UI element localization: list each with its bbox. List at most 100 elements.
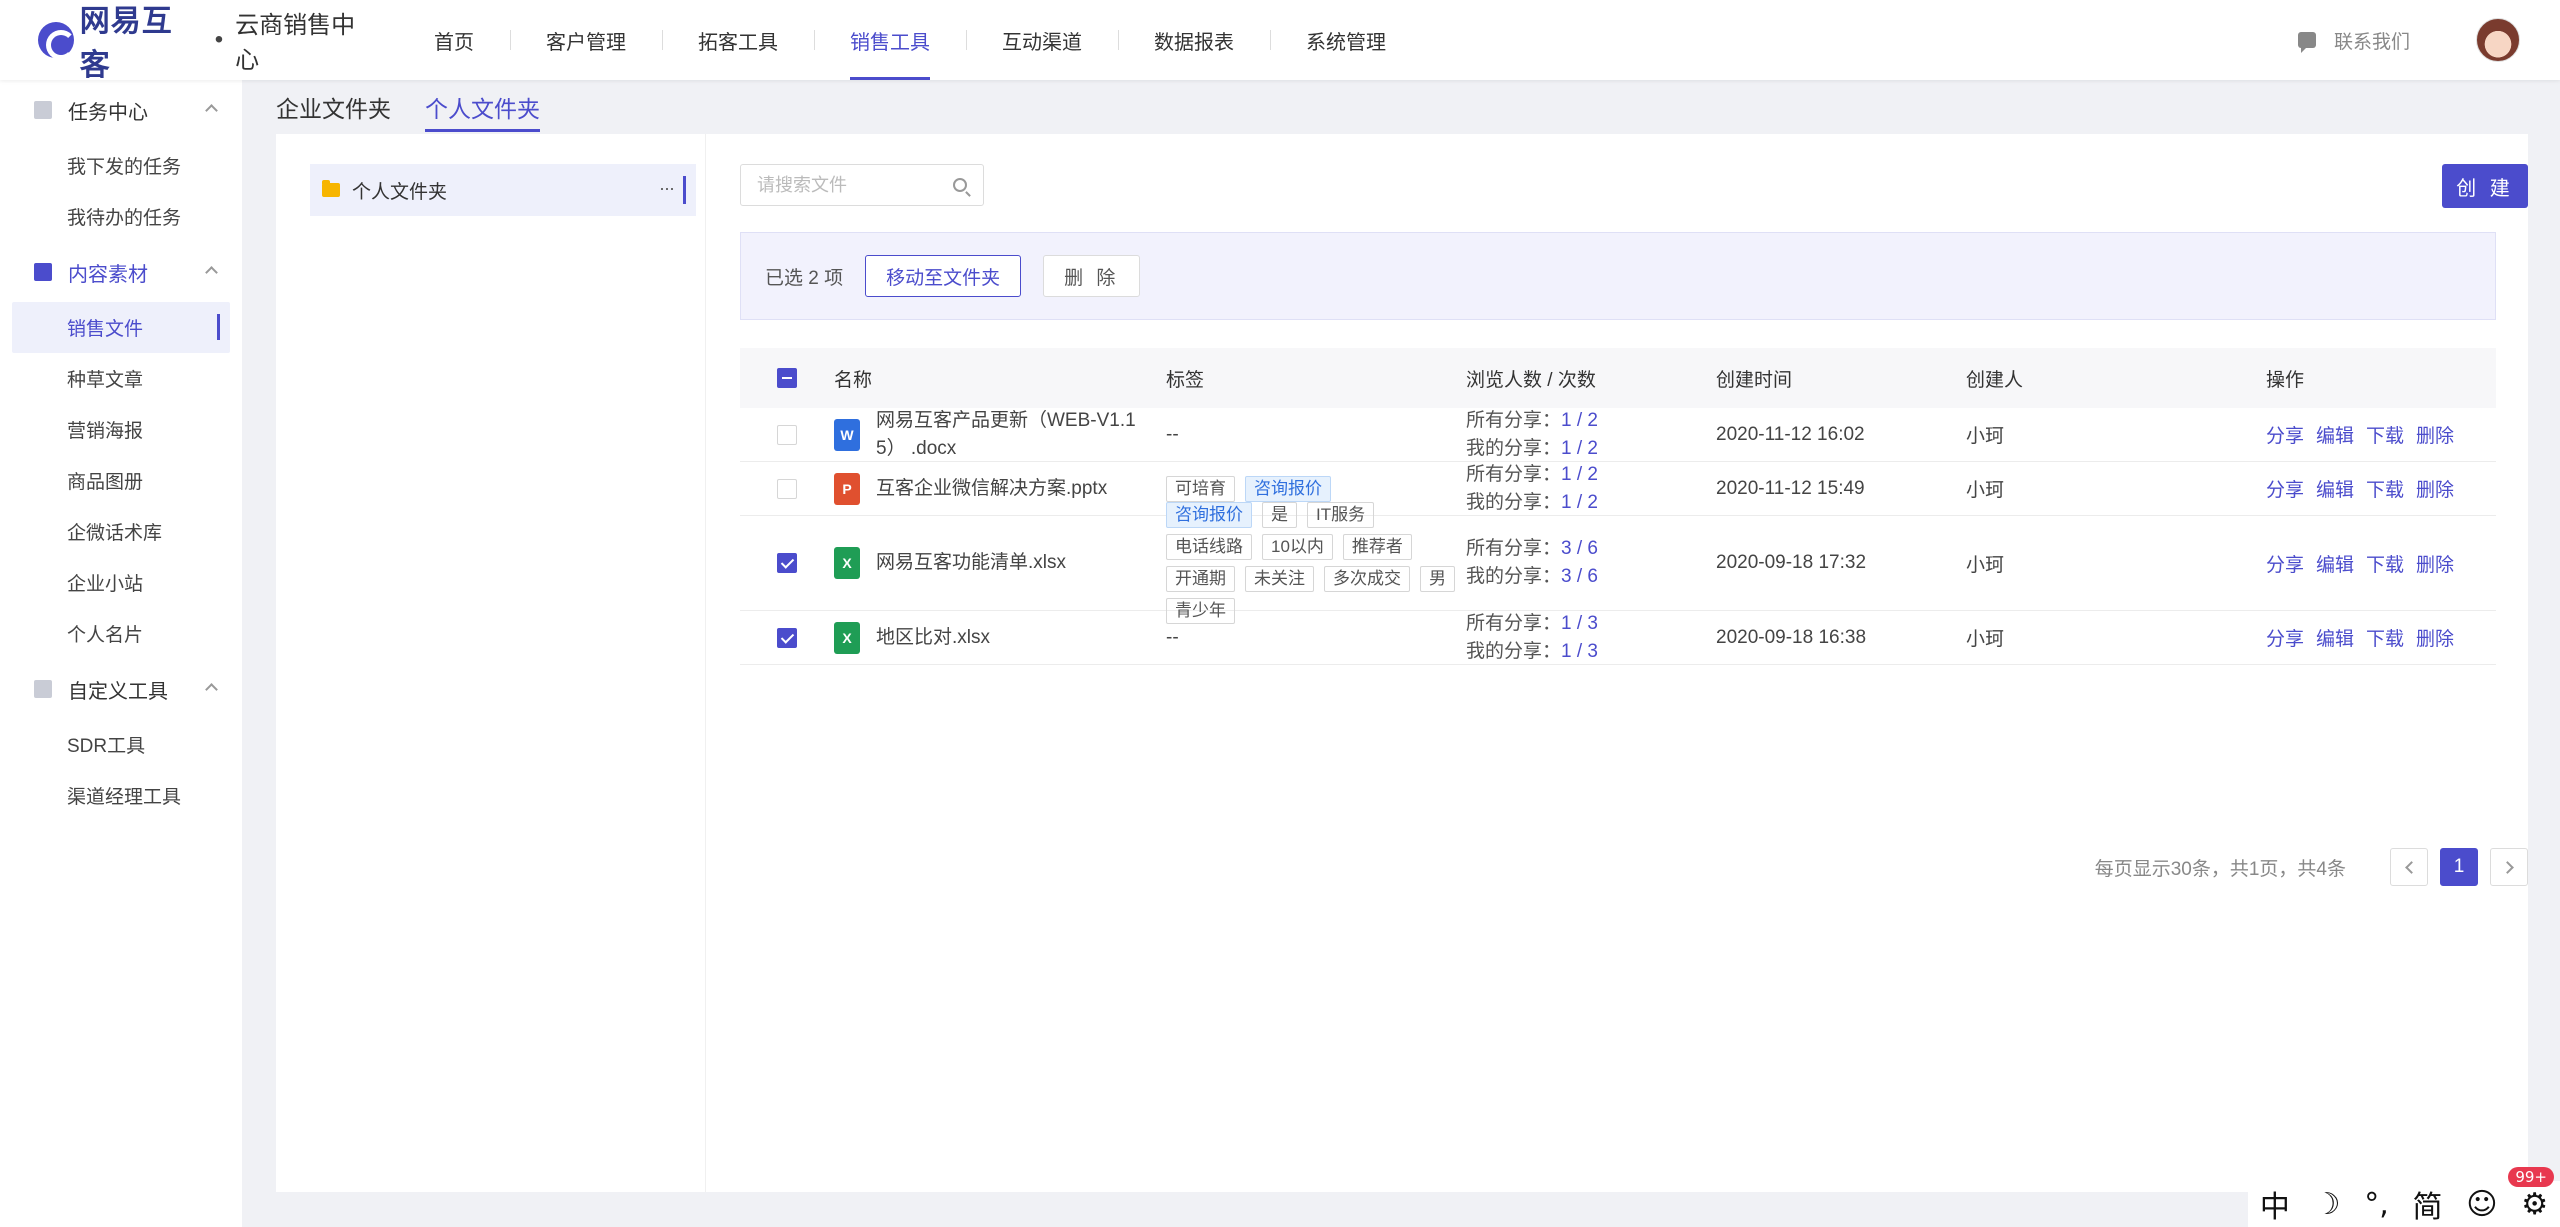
sidebar-group-0[interactable]: 任务中心: [0, 80, 242, 140]
logo-mark-icon: [38, 22, 76, 60]
edit-link[interactable]: 编辑: [2316, 629, 2354, 650]
sidebar-item[interactable]: SDR工具: [0, 719, 242, 770]
select-all-checkbox[interactable]: [777, 368, 797, 388]
row-checkbox[interactable]: [777, 424, 797, 445]
edit-link[interactable]: 编辑: [2316, 426, 2354, 447]
contact-us-link[interactable]: 联系我们: [2297, 27, 2410, 54]
download-link[interactable]: 下载: [2366, 426, 2404, 447]
avatar[interactable]: [2476, 18, 2520, 62]
folder-active-indicator: [683, 176, 686, 204]
search-input[interactable]: [757, 174, 937, 196]
top-bar: 网易互客 • 云商销售中心 首页 客户管理 拓客工具 销售工具 互动渠道 数据报表 系统管理…: [0, 0, 2560, 82]
tags-cell: 咨询报价是 IT服务电话线路 10以内 推荐者开通期 未关注 多次成交 男青少年: [1166, 499, 1466, 627]
download-link[interactable]: 下载: [2366, 480, 2404, 501]
file-name[interactable]: 网易互客功能清单.xlsx: [876, 549, 1066, 577]
file-name-line: 网易互客产品更新（WEB-V1.1: [876, 409, 1136, 431]
tags-cell: --: [1166, 627, 1466, 649]
sidebar-item[interactable]: 种草文章: [0, 353, 242, 404]
sidebar-group-label: 任务中心: [68, 101, 148, 124]
file-name-cell: X 地区比对.xlsx: [834, 621, 1166, 654]
nav-item-2[interactable]: 拓客工具: [662, 0, 814, 80]
nav-item-6[interactable]: 系统管理: [1270, 0, 1422, 80]
delete-link[interactable]: 删除: [2416, 555, 2454, 576]
my-share-value[interactable]: 1 / 3: [1561, 641, 1598, 662]
sidebar-item[interactable]: 销售文件: [12, 302, 230, 353]
sidebar-item[interactable]: 商品图册: [0, 455, 242, 506]
sidebar-group-label: 自定义工具: [68, 680, 168, 703]
delete-link[interactable]: 删除: [2416, 629, 2454, 650]
share-link[interactable]: 分享: [2266, 555, 2304, 576]
row-checkbox[interactable]: [777, 553, 797, 573]
folder-tabs: 企业文件夹 个人文件夹: [276, 80, 574, 134]
batch-delete-button[interactable]: 删 除: [1043, 255, 1141, 297]
nav-item-0[interactable]: 首页: [398, 0, 510, 80]
search-icon[interactable]: [953, 178, 967, 192]
ime-chinese-toggle[interactable]: 中: [2260, 1182, 2290, 1226]
share-link[interactable]: 分享: [2266, 426, 2304, 447]
chevron-right-icon: [2500, 860, 2514, 874]
my-share-value[interactable]: 3 / 6: [1561, 566, 1598, 587]
my-share-value[interactable]: 1 / 2: [1561, 438, 1598, 459]
document-icon: [34, 263, 52, 281]
all-share-value[interactable]: 3 / 6: [1561, 538, 1598, 559]
nav-item-1[interactable]: 客户管理: [510, 0, 662, 80]
file-name[interactable]: 互客企业微信解决方案.pptx: [876, 475, 1107, 503]
nav-item-3[interactable]: 销售工具: [814, 0, 966, 80]
edit-link[interactable]: 编辑: [2316, 555, 2354, 576]
all-share-label: 所有分享：: [1466, 463, 1562, 485]
table-row: X 地区比对.xlsx -- 所有分享：1 / 3 我的分享：1 / 3 2020-09-…: [740, 611, 2496, 665]
next-page-button[interactable]: [2490, 848, 2528, 886]
row-checkbox[interactable]: [777, 627, 797, 648]
ime-emoji-icon[interactable]: ☺: [2466, 1187, 2497, 1222]
sidebar-item[interactable]: 企微话术库: [0, 506, 242, 557]
share-link[interactable]: 分享: [2266, 629, 2304, 650]
my-share-label: 我的分享：: [1466, 437, 1562, 459]
sidebar-item[interactable]: 企业小站: [0, 557, 242, 608]
download-link[interactable]: 下载: [2366, 629, 2404, 650]
tab-1[interactable]: 个人文件夹: [425, 80, 540, 134]
col-creator: 创建人: [1966, 369, 2024, 391]
move-to-folder-button[interactable]: 移动至文件夹: [865, 255, 1022, 297]
delete-link[interactable]: 删除: [2416, 480, 2454, 501]
ime-simplified-toggle[interactable]: 简: [2412, 1182, 2442, 1226]
chevron-up-icon: [205, 104, 218, 117]
sidebar-item[interactable]: 渠道经理工具: [0, 770, 242, 821]
tag: 咨询报价: [1245, 475, 1331, 502]
all-share-value[interactable]: 1 / 3: [1561, 613, 1598, 634]
more-icon[interactable]: ···: [659, 178, 675, 199]
sidebar-group-2[interactable]: 自定义工具: [0, 659, 242, 719]
main-nav: 首页 客户管理 拓客工具 销售工具 互动渠道 数据报表 系统管理: [398, 0, 1422, 80]
page-1-button[interactable]: 1: [2440, 848, 2478, 886]
nav-item-4[interactable]: 互动渠道: [966, 0, 1118, 80]
my-share-line: 我的分享：3 / 6: [1466, 563, 1716, 591]
download-link[interactable]: 下载: [2366, 555, 2404, 576]
create-button[interactable]: 创 建: [2442, 164, 2528, 208]
all-share-value[interactable]: 1 / 2: [1561, 410, 1598, 431]
sidebar-item[interactable]: 个人名片: [0, 608, 242, 659]
delete-link[interactable]: 删除: [2416, 426, 2454, 447]
ime-toolbar: 99+ 中 ☽ °, 简 ☺ ⚙: [2248, 1167, 2560, 1227]
my-share-value[interactable]: 1 / 2: [1561, 492, 1598, 513]
row-checkbox[interactable]: [777, 478, 797, 499]
creator: 小珂: [1966, 554, 2005, 576]
sidebar-item[interactable]: 我下发的任务: [0, 140, 242, 191]
ime-punctuation-icon[interactable]: °,: [2364, 1187, 2389, 1222]
col-created: 创建时间: [1716, 369, 1793, 391]
all-share-value[interactable]: 1 / 2: [1561, 464, 1598, 485]
ime-settings-icon[interactable]: ⚙: [2521, 1187, 2548, 1222]
nav-item-5[interactable]: 数据报表: [1118, 0, 1270, 80]
folder-item[interactable]: 个人文件夹 ···: [310, 164, 696, 216]
table-row: X 网易互客功能清单.xlsx 咨询报价是 IT服务电话线路 10以内 推荐者开通期 未关注…: [740, 502, 2496, 624]
col-tags: 标签: [1166, 369, 1205, 391]
tab-0[interactable]: 企业文件夹: [276, 80, 391, 134]
logo[interactable]: 网易互客 • 云商销售中心: [38, 0, 378, 84]
share-link[interactable]: 分享: [2266, 480, 2304, 501]
sidebar-item[interactable]: 我待办的任务: [0, 191, 242, 242]
sidebar-item[interactable]: 营销海报: [0, 404, 242, 455]
ime-moon-icon[interactable]: ☽: [2314, 1187, 2341, 1222]
edit-link[interactable]: 编辑: [2316, 480, 2354, 501]
sidebar-group-1[interactable]: 内容素材: [0, 242, 242, 302]
file-name[interactable]: 网易互客产品更新（WEB-V1.1 5） .docx: [876, 407, 1136, 463]
prev-page-button[interactable]: [2390, 848, 2428, 886]
file-name[interactable]: 地区比对.xlsx: [876, 624, 990, 652]
